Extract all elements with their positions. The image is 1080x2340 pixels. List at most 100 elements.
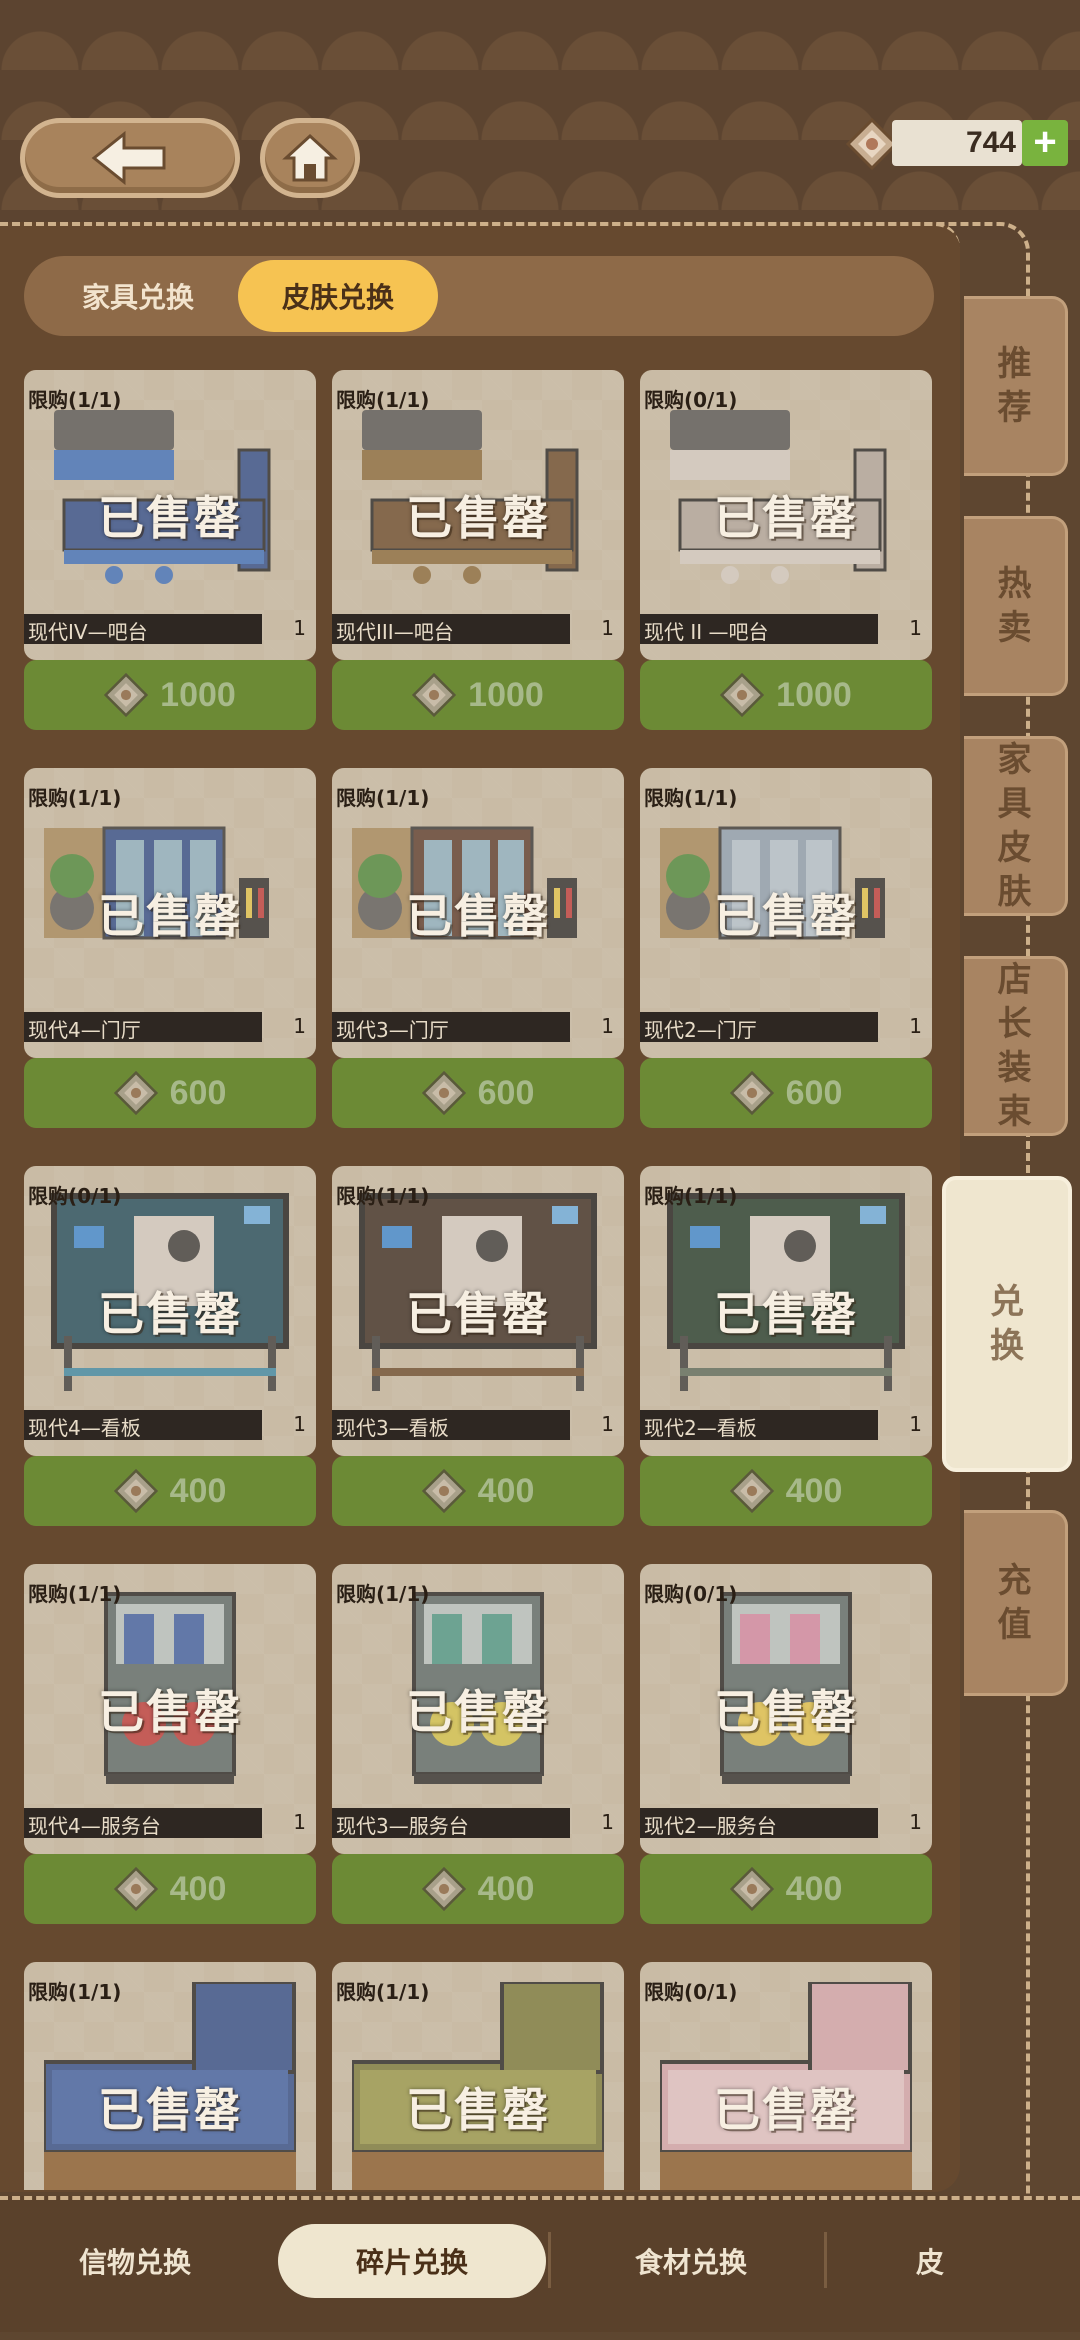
purchase-limit: 限购(1/1) [28, 1980, 122, 2004]
item-count: 1 [601, 1412, 614, 1436]
item-name: 现代4—门厅 [24, 1012, 262, 1042]
price-button[interactable]: 600 [24, 1058, 316, 1128]
tab-fragment-exchange[interactable]: 碎片兑换 [278, 2224, 546, 2298]
purchase-limit: 限购(1/1) [28, 1582, 122, 1606]
item-image: 限购(1/1) 已售罄 现代2—门厅 1 [640, 768, 932, 1058]
shop-item-card[interactable]: 限购(1/1) 已售罄 现代4—门厅 1 600 [24, 768, 316, 1128]
shop-item-card[interactable]: 限购(1/1) 已售罄 现代2—门厅 1 600 [640, 768, 932, 1128]
item-image: 限购(0/1) 已售罄 现代 II —吧台 1 [640, 370, 932, 660]
add-currency-button[interactable]: + [1022, 120, 1068, 166]
shop-item-card[interactable]: 限购(1/1) 已售罄 [332, 1962, 624, 2190]
item-name-bar: 现代4—门厅 1 [24, 1012, 316, 1042]
shop-item-card[interactable]: 限购(1/1) 已售罄 现代IV—吧台 1 1000 [24, 370, 316, 730]
tab-token-exchange[interactable]: 信物兑换 [40, 2224, 230, 2298]
item-image: 限购(1/1) 已售罄 现代3—看板 1 [332, 1166, 624, 1456]
purchase-limit: 限购(0/1) [644, 1980, 738, 2004]
item-image: 限购(1/1) 已售罄 [332, 1962, 624, 2190]
tab-divider [824, 2232, 827, 2288]
price-button[interactable]: 400 [24, 1854, 316, 1924]
price-button[interactable]: 600 [640, 1058, 932, 1128]
sold-out-label: 已售罄 [406, 2083, 550, 2137]
price-button[interactable]: 400 [24, 1456, 316, 1526]
price-value: 600 [785, 1073, 843, 1112]
tab-skin-partial[interactable]: 皮 [880, 2224, 980, 2298]
price-button[interactable]: 400 [332, 1854, 624, 1924]
fragment-gem-icon [729, 1867, 774, 1911]
side-tab-furniture-skin[interactable]: 家具皮肤 [964, 736, 1068, 916]
price-button[interactable]: 1000 [24, 660, 316, 730]
price-value: 1000 [160, 675, 236, 714]
shop-item-card[interactable]: 限购(1/1) 已售罄现代3—门厅 1 600 [332, 768, 624, 1128]
shop-item-card[interactable]: 限购(1/1) 已售罄 现代3—服务台 1 400 [332, 1564, 624, 1924]
side-tab-label: 家具皮肤 [997, 740, 1032, 912]
side-tab-hot[interactable]: 热卖 [964, 516, 1068, 696]
shop-item-card[interactable]: 限购(0/1) 已售罄 [640, 1962, 932, 2190]
item-name: 现代3—服务台 [332, 1808, 570, 1838]
item-count: 1 [909, 1412, 922, 1436]
fragment-gem-icon [104, 673, 149, 717]
sold-out-label: 已售罄 [714, 1287, 858, 1341]
item-count: 1 [293, 1014, 306, 1038]
shop-item-card[interactable]: 限购(1/1) 已售罄 现代2—看板 1 400 [640, 1166, 932, 1526]
tab-furniture-exchange[interactable]: 家具兑换 [38, 260, 238, 332]
item-count: 1 [601, 1810, 614, 1834]
price-value: 400 [169, 1471, 227, 1510]
tab-divider [548, 2232, 551, 2288]
side-tab-label: 店长装束 [997, 960, 1032, 1132]
price-button[interactable]: 1000 [332, 660, 624, 730]
sold-out-label: 已售罄 [98, 1685, 242, 1739]
shop-item-card[interactable]: 限购(1/1) 已售罄 现代III—吧台 1 1000 [332, 370, 624, 730]
price-button[interactable]: 600 [332, 1058, 624, 1128]
price-button[interactable]: 400 [332, 1456, 624, 1526]
item-image: 限购(1/1) 已售罄 [24, 1962, 316, 2190]
price-value: 600 [169, 1073, 227, 1112]
shop-item-card[interactable]: 限购(0/1) 已售罄 现代2—服务台 1 400 [640, 1564, 932, 1924]
side-tab-recharge[interactable]: 充值 [964, 1510, 1068, 1696]
fragment-gem-icon [729, 1469, 774, 1513]
shop-item-card[interactable]: 限购(1/1) 已售罄 [24, 1962, 316, 2190]
home-button[interactable] [260, 118, 360, 198]
shop-item-card[interactable]: 限购(1/1) 已售罄 现代4—服务台 1 400 [24, 1564, 316, 1924]
item-name-bar: 现代2—看板 1 [640, 1410, 932, 1440]
sold-out-label: 已售罄 [714, 491, 858, 545]
item-name-bar: 现代3—看板 1 [332, 1410, 624, 1440]
item-name-bar: 现代2—门厅 1 [640, 1012, 932, 1042]
purchase-limit: 限购(1/1) [336, 786, 430, 810]
price-value: 1000 [776, 675, 852, 714]
sold-out-label: 已售罄 [406, 889, 550, 943]
fragment-gem-icon [113, 1469, 158, 1513]
tab-skin-exchange[interactable]: 皮肤兑换 [238, 260, 438, 332]
price-button[interactable]: 400 [640, 1456, 932, 1526]
item-image: 限购(1/1) 已售罄 现代2—看板 1 [640, 1166, 932, 1456]
item-name: 现代3—看板 [332, 1410, 570, 1440]
item-image: 限购(1/1) 已售罄 现代4—服务台 1 [24, 1564, 316, 1854]
item-grid: 限购(1/1) 已售罄 现代IV—吧台 1 1000 限购(1/1) 已售罄 现代III—吧台… [24, 370, 934, 2190]
sold-out-label: 已售罄 [98, 889, 242, 943]
item-name: 现代IV—吧台 [24, 614, 262, 644]
category-switch: 家具兑换 皮肤兑换 [24, 256, 934, 336]
shop-item-card[interactable]: 限购(0/1) 已售罄 现代 II —吧台 1 1000 [640, 370, 932, 730]
shop-item-card[interactable]: 限购(0/1) 已售罄 现代4—看板 1 400 [24, 1166, 316, 1526]
item-image: 限购(1/1) 已售罄 现代3—服务台 1 [332, 1564, 624, 1854]
price-button[interactable]: 400 [640, 1854, 932, 1924]
item-name: 现代2—服务台 [640, 1808, 878, 1838]
purchase-limit: 限购(1/1) [644, 786, 738, 810]
side-tab-exchange[interactable]: 兑换 [942, 1176, 1072, 1472]
home-icon [282, 133, 338, 182]
item-count: 1 [909, 616, 922, 640]
price-value: 600 [477, 1073, 535, 1112]
purchase-limit: 限购(1/1) [336, 388, 430, 412]
fragment-gem-icon [113, 1867, 158, 1911]
side-tab-label: 推荐 [997, 344, 1032, 428]
back-button[interactable] [20, 118, 240, 198]
item-name-bar: 现代3—门厅 1 [332, 1012, 624, 1042]
side-tab-owner-outfit[interactable]: 店长装束 [964, 956, 1068, 1136]
tab-ingredient-exchange[interactable]: 食材兑换 [596, 2224, 786, 2298]
side-tab-recommend[interactable]: 推荐 [964, 296, 1068, 476]
price-button[interactable]: 1000 [640, 660, 932, 730]
item-image: 限购(1/1) 已售罄 现代IV—吧台 1 [24, 370, 316, 660]
item-image: 限购(0/1) 已售罄 [640, 1962, 932, 2190]
item-image: 限购(1/1) 已售罄 现代III—吧台 1 [332, 370, 624, 660]
item-name: 现代3—门厅 [332, 1012, 570, 1042]
shop-item-card[interactable]: 限购(1/1) 已售罄 现代3—看板 1 400 [332, 1166, 624, 1526]
